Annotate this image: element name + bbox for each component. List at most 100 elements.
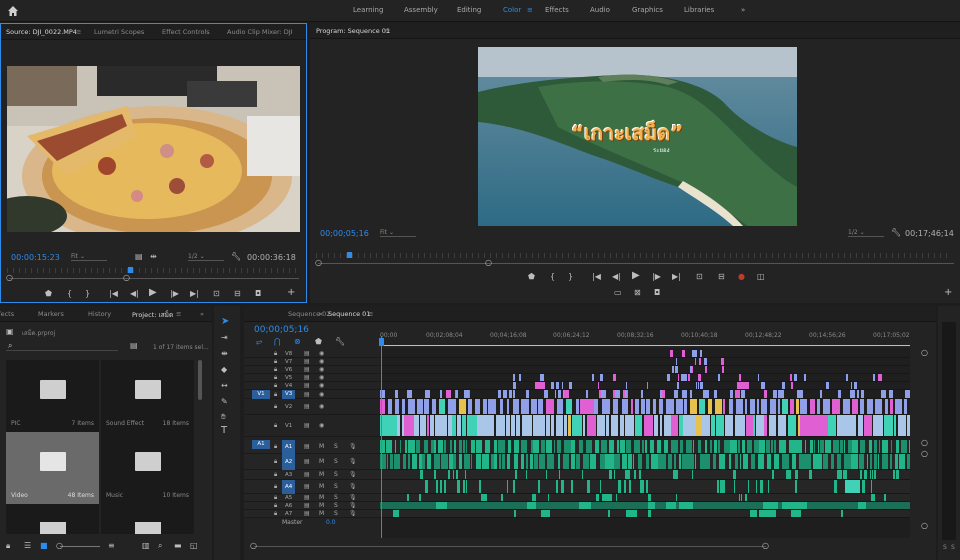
- audio-clip[interactable]: [556, 440, 562, 453]
- lift-icon[interactable]: ⊡: [696, 273, 703, 281]
- program-fit-select[interactable]: Fit ⌄: [380, 229, 416, 237]
- video-clip[interactable]: [404, 415, 414, 436]
- video-clip[interactable]: [597, 382, 600, 389]
- video-clip[interactable]: [698, 374, 701, 381]
- type-tool-icon[interactable]: T: [221, 426, 227, 436]
- video-clip[interactable]: [625, 390, 627, 398]
- audio-clip[interactable]: [613, 470, 616, 479]
- mute-button[interactable]: M: [319, 458, 324, 465]
- audio-clip[interactable]: [447, 470, 451, 479]
- audio-clip[interactable]: [843, 470, 846, 479]
- audio-clip[interactable]: [836, 454, 842, 469]
- track-header-v5[interactable]: 🔒︎ V5 ▤ ◉: [244, 374, 380, 382]
- video-clip[interactable]: [790, 374, 792, 381]
- audio-clip[interactable]: [617, 440, 619, 453]
- voice-over-icon[interactable]: 🎙︎: [349, 458, 357, 465]
- video-clip[interactable]: [408, 399, 415, 414]
- mute-button[interactable]: M: [319, 510, 324, 517]
- track-label[interactable]: A4: [282, 480, 296, 494]
- audio-clip[interactable]: [538, 480, 540, 493]
- sync-lock-icon[interactable]: ▤: [304, 458, 310, 465]
- new-bin-icon[interactable]: ▬: [174, 542, 182, 550]
- audio-clip[interactable]: [484, 494, 488, 501]
- video-clip[interactable]: [426, 415, 430, 436]
- video-clip[interactable]: [506, 399, 510, 414]
- solo-button[interactable]: S: [334, 494, 338, 501]
- video-clip[interactable]: [653, 399, 657, 414]
- solo-right[interactable]: S: [951, 544, 955, 551]
- video-clip[interactable]: [634, 399, 640, 414]
- track-header-v8[interactable]: 🔒︎ V8 ▤ ◉: [244, 350, 380, 358]
- audio-clip[interactable]: [800, 440, 802, 453]
- workspace-learning[interactable]: Learning: [353, 6, 383, 14]
- video-clip[interactable]: [690, 399, 697, 414]
- track-lock-icon[interactable]: 🔒︎: [274, 494, 277, 502]
- track-header-v2[interactable]: 🔒︎ V2 ▤ ◉: [244, 399, 380, 415]
- audio-clip[interactable]: [871, 494, 875, 501]
- audio-clip[interactable]: [449, 440, 453, 453]
- bin-tile-video[interactable]: Video 48 Items: [6, 432, 99, 504]
- video-clip[interactable]: [630, 399, 634, 414]
- audio-clip[interactable]: [682, 454, 689, 469]
- video-clip[interactable]: [395, 390, 399, 398]
- video-clip[interactable]: [729, 399, 733, 414]
- video-clip[interactable]: [596, 415, 606, 436]
- track-lock-icon[interactable]: 🔒︎: [274, 471, 277, 479]
- track-header-v7[interactable]: 🔒︎ V7 ▤ ◉: [244, 358, 380, 366]
- audio-clip[interactable]: [651, 454, 658, 469]
- audio-clip[interactable]: [786, 470, 788, 479]
- audio-clip[interactable]: [770, 440, 773, 453]
- audio-clip[interactable]: [906, 454, 910, 469]
- video-clip[interactable]: [387, 415, 397, 436]
- audio-clip[interactable]: [845, 480, 860, 493]
- video-clip[interactable]: [760, 399, 767, 414]
- source-scrub-bar[interactable]: [7, 268, 299, 273]
- video-clip[interactable]: [682, 390, 687, 398]
- tab-project[interactable]: Project: เสม็ด: [132, 310, 173, 320]
- audio-clip[interactable]: [691, 470, 693, 479]
- audio-clip[interactable]: [760, 480, 762, 493]
- audio-clip[interactable]: [587, 480, 589, 493]
- sync-lock-icon[interactable]: ▤: [304, 382, 310, 389]
- video-clip[interactable]: [520, 399, 529, 414]
- audio-clip[interactable]: [745, 494, 747, 501]
- nest-icon[interactable]: ⥂: [256, 338, 262, 346]
- program-step-forward-icon[interactable]: |▶: [652, 273, 661, 281]
- audio-clip[interactable]: [647, 510, 652, 517]
- video-clip[interactable]: [448, 399, 456, 414]
- video-clip[interactable]: [874, 399, 882, 414]
- track-lock-icon[interactable]: 🔒︎: [274, 374, 277, 382]
- audio-clip[interactable]: [438, 440, 444, 453]
- audio-clip[interactable]: [773, 440, 776, 453]
- video-clip[interactable]: [601, 390, 606, 398]
- video-clip[interactable]: [790, 382, 793, 389]
- ripple-edit-tool-icon[interactable]: ⇼: [221, 350, 228, 358]
- step-back-icon[interactable]: ◀|: [130, 290, 139, 298]
- video-clip[interactable]: [605, 415, 610, 436]
- track-header-a7[interactable]: 🔒︎ A7 ▤ M S 🎙︎: [244, 510, 380, 518]
- video-clip[interactable]: [459, 399, 466, 414]
- audio-clip[interactable]: [600, 440, 608, 453]
- video-clip[interactable]: [691, 350, 694, 357]
- audio-clip[interactable]: [609, 470, 612, 479]
- timeline-playhead-head[interactable]: [379, 338, 384, 346]
- sync-lock-icon[interactable]: ▤: [304, 510, 310, 517]
- voice-over-icon[interactable]: 🎙︎: [349, 502, 357, 509]
- audio-clip[interactable]: [608, 440, 614, 453]
- audio-clip[interactable]: [792, 454, 796, 469]
- project-search-input[interactable]: [6, 342, 118, 351]
- audio-clip[interactable]: [899, 454, 905, 469]
- video-clip[interactable]: [694, 350, 697, 357]
- video-clip[interactable]: [884, 399, 888, 414]
- selection-tool-icon[interactable]: ➤: [221, 317, 229, 327]
- video-clip[interactable]: [438, 399, 445, 414]
- toggle-output-icon[interactable]: ◉: [319, 358, 324, 365]
- audio-clip[interactable]: [386, 440, 392, 453]
- program-go-to-in-icon[interactable]: |◀: [592, 273, 601, 281]
- audio-clip[interactable]: [678, 454, 681, 469]
- voice-over-icon[interactable]: 🎙︎: [349, 494, 357, 501]
- audio-clip[interactable]: [896, 440, 900, 453]
- track-lane-a4[interactable]: [380, 480, 910, 494]
- audio-clip[interactable]: [900, 440, 908, 453]
- source-wrench-icon[interactable]: 🔧︎: [231, 253, 241, 261]
